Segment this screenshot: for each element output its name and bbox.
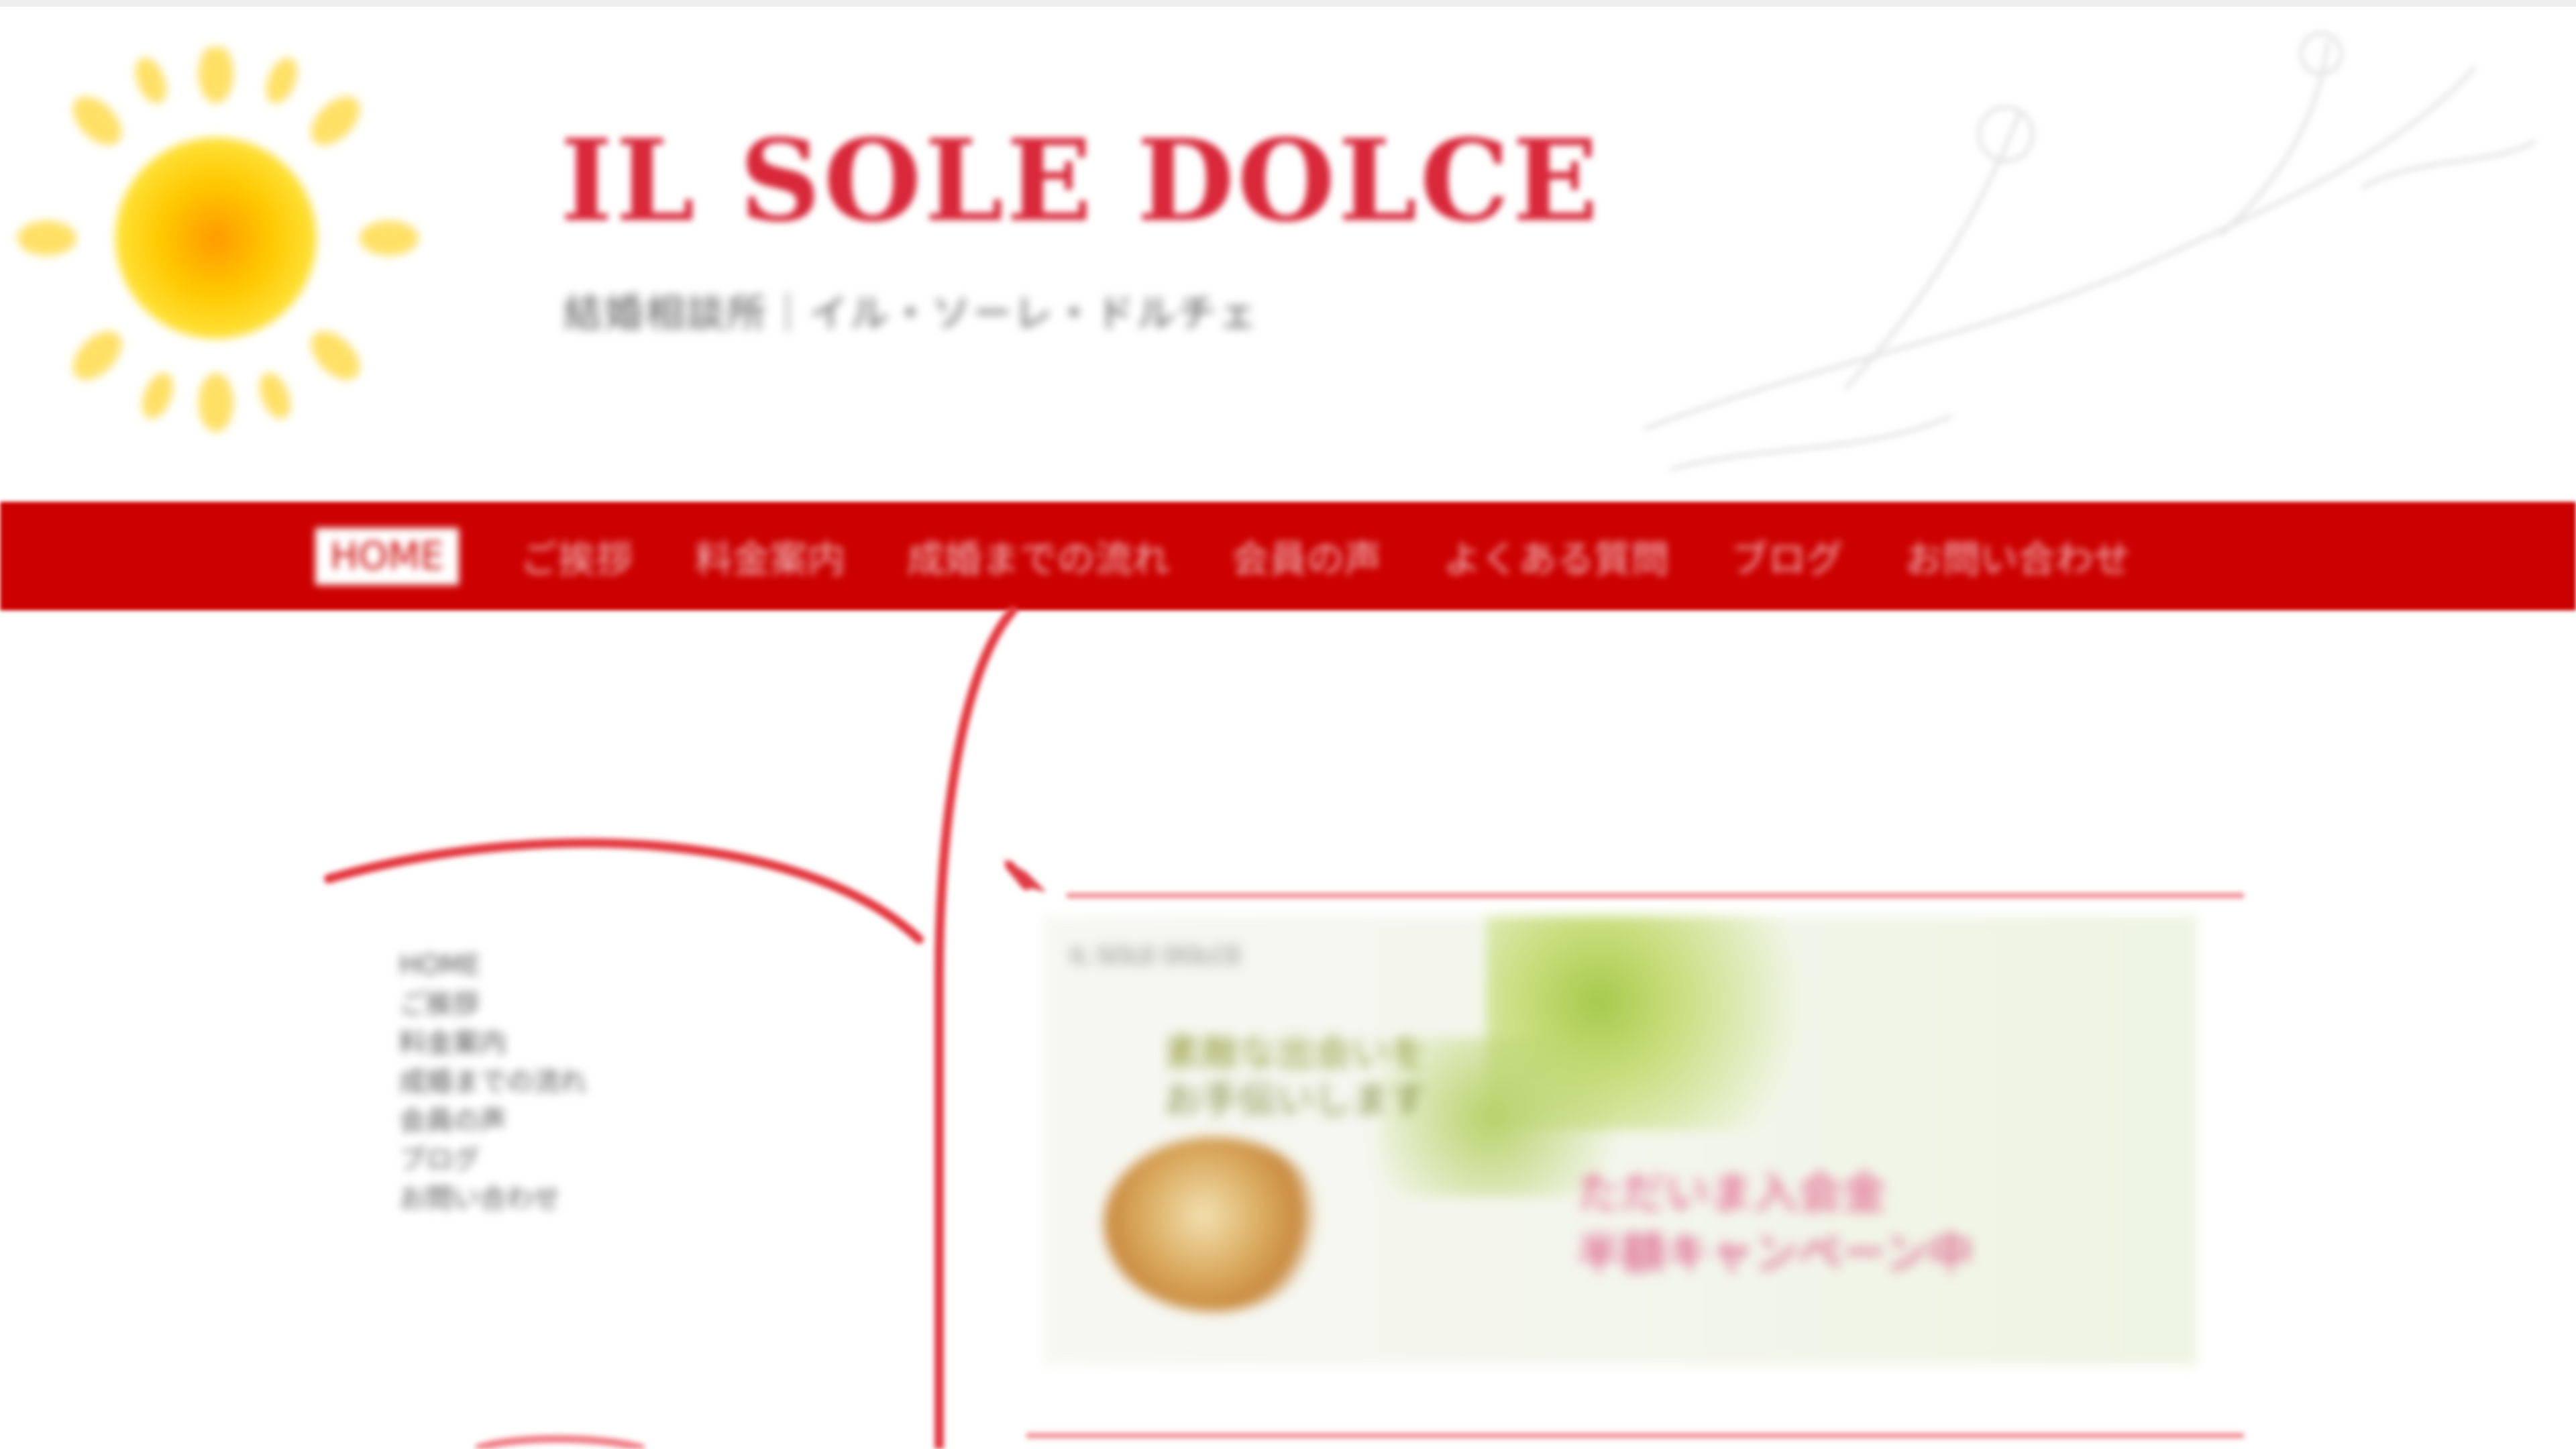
nav-item-greeting[interactable]: ご挨拶 [521,529,633,584]
sidebar-menu: HOME ご挨拶 料金案内 成婚までの流れ 会員の声 ブログ お問い合わせ [399,946,714,1218]
nav-item-blog[interactable]: ブログ [1731,529,1843,584]
site-tagline: 結婚相談所｜イル・ソーレ・ドルチェ [564,290,1260,336]
nav-item-contact[interactable]: お問い合わせ [1905,529,2131,584]
nav-item-voices[interactable]: 会員の声 [1232,529,1382,584]
nav-item-pricing[interactable]: 料金案内 [695,529,845,584]
banner-copy-line2: お手伝いします [1164,1079,1427,1122]
banner-promo-line2: 半額キャンペーン中 [1576,1228,1973,1279]
banner-promo-line1: ただいま入会金 [1576,1167,1886,1219]
banner-small-text: IL SOLE DOLCE [1070,943,1242,969]
sun-logo-icon[interactable] [7,47,436,436]
nav-item-flow[interactable]: 成婚までの流れ [907,529,1170,584]
sidebar-link-greeting[interactable]: ご挨拶 [399,985,714,1024]
hero-banner[interactable]: IL SOLE DOLCE 素敵な出会いを お手伝いします ただいま入会金 半額… [1043,916,2197,1365]
site-title[interactable]: IL SOLE DOLCE [560,114,1601,247]
nav-item-home[interactable]: HOME [315,527,459,585]
sidebar-link-voices[interactable]: 会員の声 [399,1102,714,1140]
sidebar-link-contact[interactable]: お問い合わせ [399,1179,714,1218]
sidebar-link-home[interactable]: HOME [399,946,714,985]
header-decoration [1644,32,2537,472]
site-header: IL SOLE DOLCE 結婚相談所｜イル・ソーレ・ドルチェ [0,0,2576,496]
sidebar-link-pricing[interactable]: 料金案内 [399,1024,714,1063]
sidebar-link-blog[interactable]: ブログ [399,1140,714,1179]
wedding-rings-image [1104,1137,1325,1311]
banner-copy-line1: 素敵な出会いを [1164,1032,1427,1075]
sidebar-link-flow[interactable]: 成婚までの流れ [399,1063,714,1102]
nav-item-faq[interactable]: よくある質問 [1444,529,1669,584]
